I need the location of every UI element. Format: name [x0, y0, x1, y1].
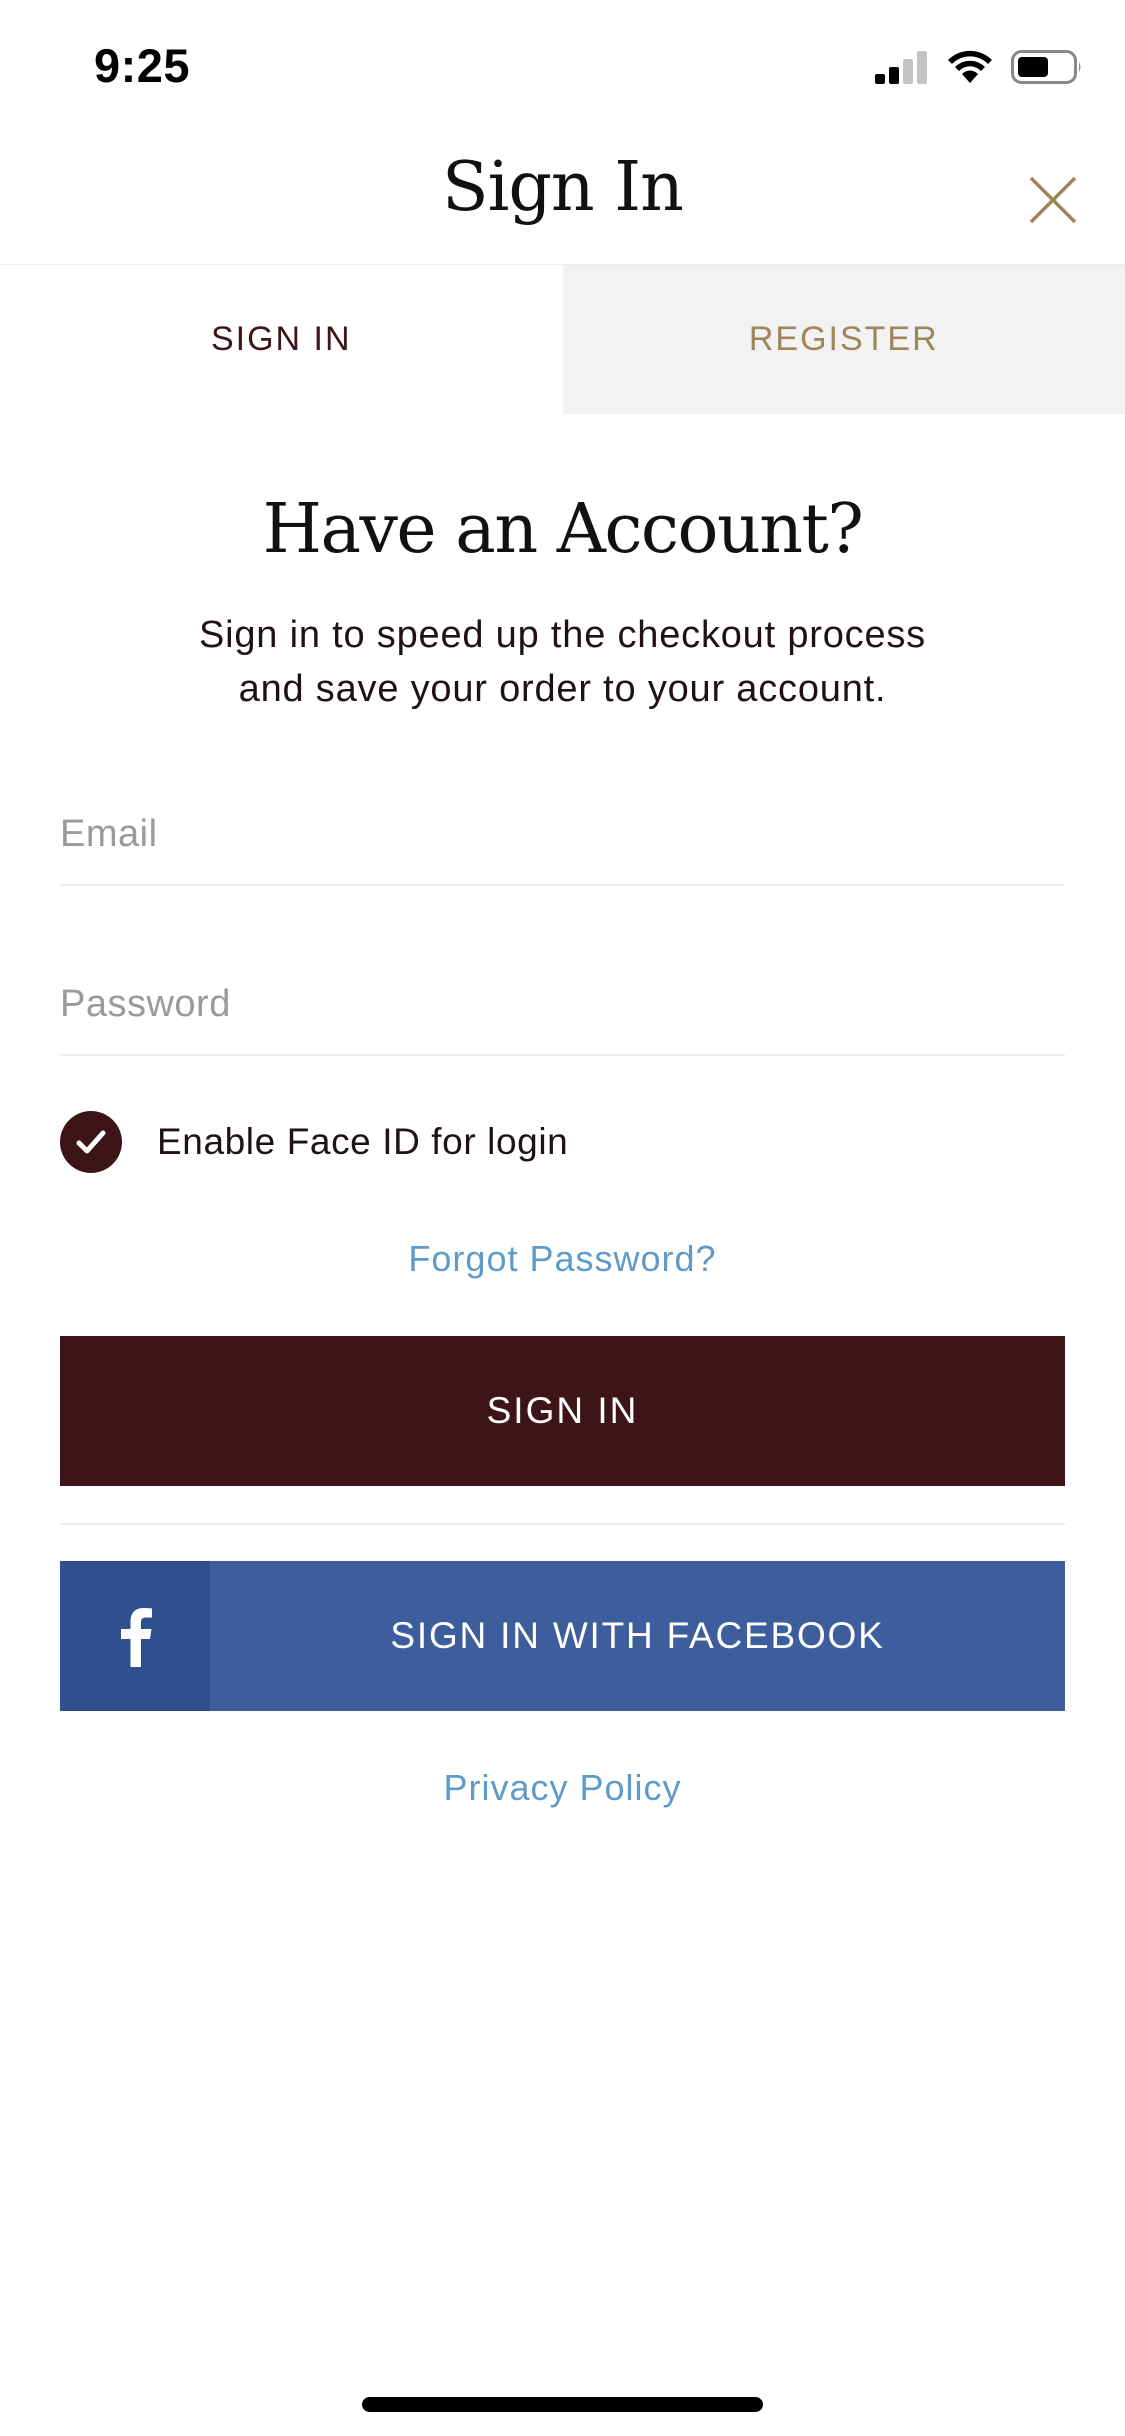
privacy-policy-link[interactable]: Privacy Policy — [0, 1767, 1125, 1809]
forgot-password-link[interactable]: Forgot Password? — [0, 1238, 1125, 1280]
account-heading: Have an Account? — [262, 490, 864, 569]
wifi-icon — [947, 50, 993, 89]
password-input[interactable] — [60, 954, 1065, 1056]
auth-tabs: SIGN IN REGISTER — [0, 265, 1125, 414]
facebook-icon — [60, 1561, 210, 1711]
subtext-line-1: Sign in to speed up the checkout process — [198, 614, 926, 656]
header: Sign In — [0, 132, 1125, 265]
close-icon — [1029, 176, 1077, 224]
status-time: 9:25 — [94, 39, 191, 92]
home-indicator — [362, 2397, 763, 2412]
account-subtext: Sign in to speed up the checkout process… — [120, 608, 1005, 716]
tab-sign-in[interactable]: SIGN IN — [0, 265, 563, 414]
status-icons — [875, 50, 1083, 89]
cellular-signal-icon — [875, 50, 929, 89]
tab-register[interactable]: REGISTER — [562, 265, 1125, 414]
checkmark-icon — [60, 1111, 122, 1173]
status-bar: 9:25 — [0, 0, 1125, 132]
divider — [60, 1523, 1065, 1525]
email-input[interactable] — [60, 784, 1065, 886]
faceid-checkbox[interactable]: Enable Face ID for login — [60, 1110, 568, 1174]
subtext-line-2: and save your order to your account. — [238, 668, 887, 710]
facebook-button-label: SIGN IN WITH FACEBOOK — [390, 1615, 885, 1656]
sign-in-button[interactable]: SIGN IN — [60, 1336, 1065, 1486]
page-title: Sign In — [442, 148, 684, 227]
close-button[interactable] — [1025, 172, 1081, 228]
faceid-label: Enable Face ID for login — [157, 1121, 569, 1162]
facebook-sign-in-button[interactable]: SIGN IN WITH FACEBOOK — [60, 1561, 1065, 1711]
battery-icon — [1011, 50, 1083, 89]
